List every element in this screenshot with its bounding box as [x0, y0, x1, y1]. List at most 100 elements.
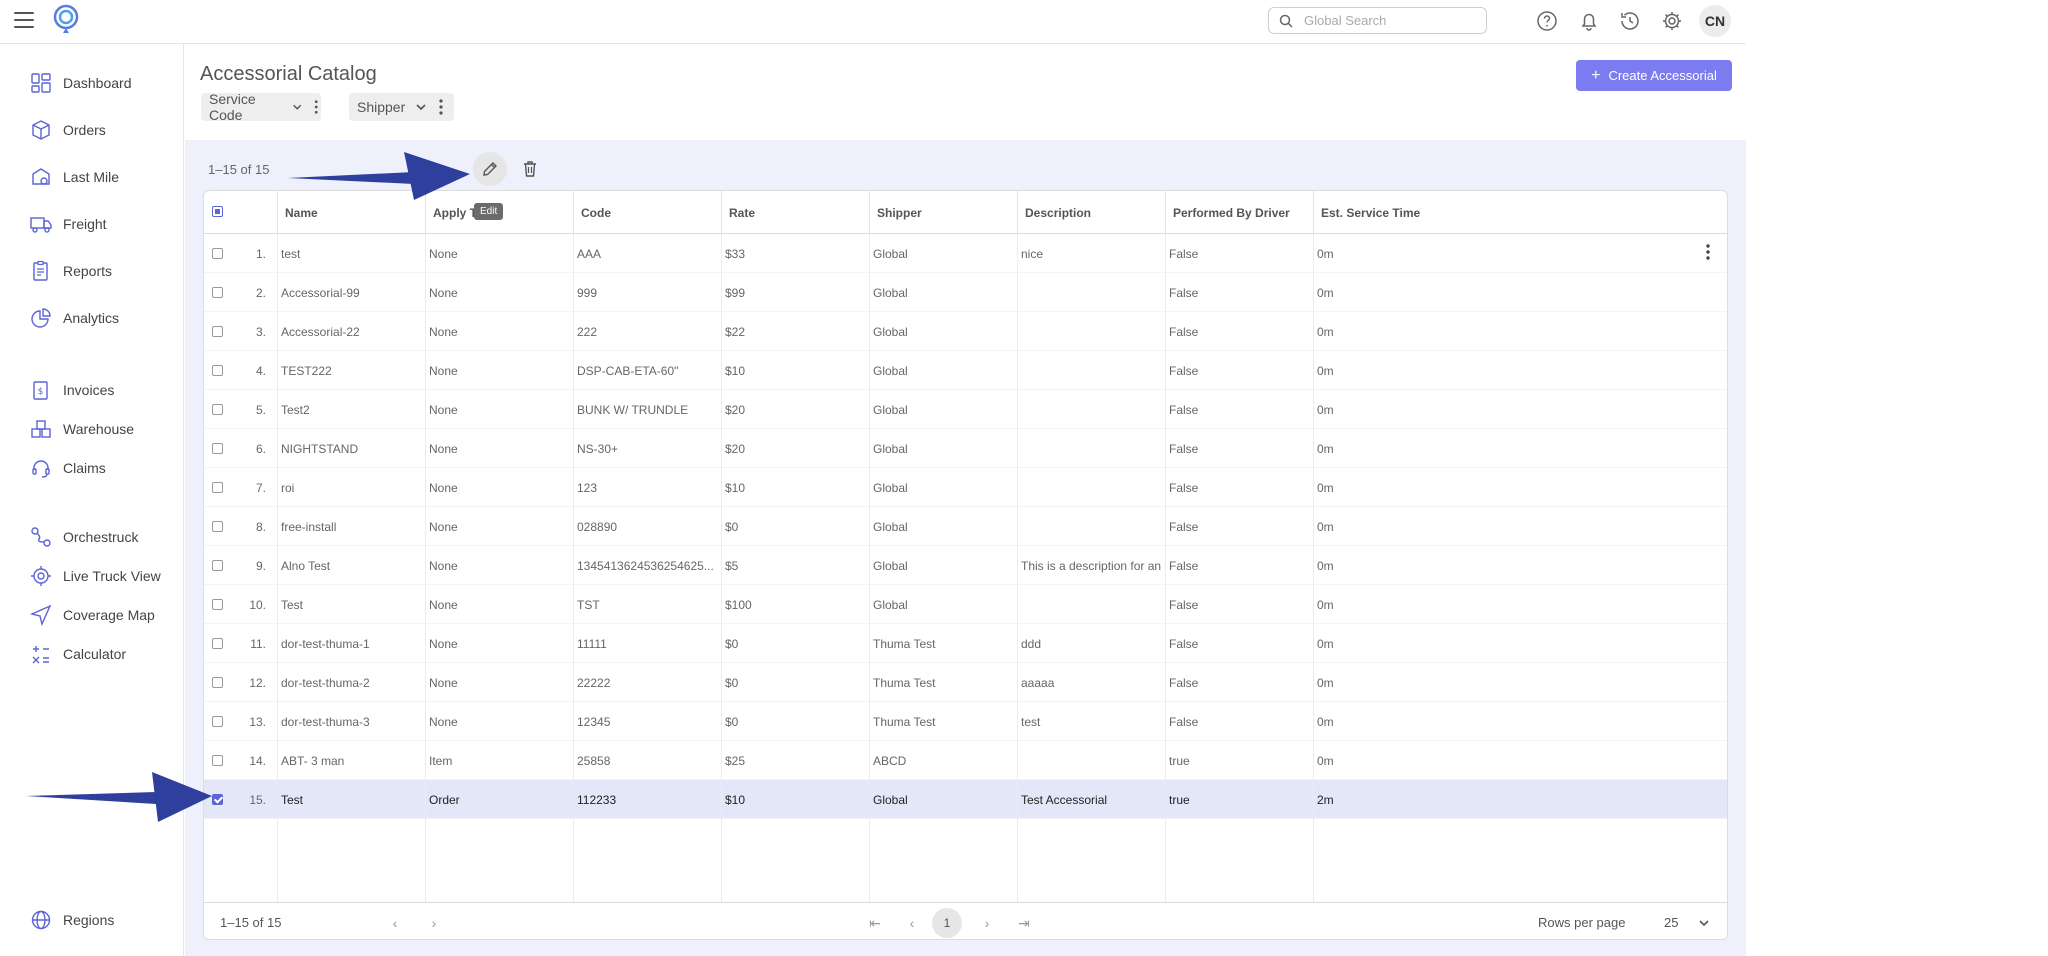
column-header-est-service-time[interactable]: Est. Service Time [1313, 191, 1493, 234]
row-checkbox[interactable] [212, 326, 223, 337]
filter-service-code[interactable]: Service Code [201, 91, 321, 123]
row-checkbox[interactable] [212, 521, 223, 532]
sidebar-item-dashboard[interactable]: Dashboard [30, 69, 180, 97]
sidebar-item-orchestruck[interactable]: Orchestruck [30, 523, 180, 551]
table-row[interactable]: 9. Alno Test None 1345413624536254625... $5 G… [204, 546, 1727, 585]
warehouse-icon [31, 420, 51, 438]
row-checkbox[interactable] [212, 248, 223, 259]
history-icon[interactable] [1618, 9, 1642, 33]
sidebar-item-coverage-map[interactable]: Coverage Map [30, 601, 180, 629]
rows-per-page-select[interactable]: 25 [1664, 915, 1678, 930]
row-index: 1. [255, 246, 266, 261]
table-row[interactable]: 1. test None AAA $33 Global nice False 0m [204, 234, 1727, 273]
table-row[interactable]: 6. NIGHTSTAND None NS-30+ $20 Global False 0m [204, 429, 1727, 468]
row-checkbox[interactable] [212, 638, 223, 649]
kebab-menu-icon[interactable] [435, 98, 447, 116]
cell-est-service-time: 0m [1317, 753, 1334, 768]
column-header-shipper[interactable]: Shipper [869, 191, 1017, 234]
last-page-icon[interactable]: ⇥ [1013, 912, 1035, 934]
column-header-description[interactable]: Description [1017, 191, 1165, 234]
row-checkbox[interactable] [212, 677, 223, 688]
cell-description: nice [1021, 246, 1044, 261]
row-index: 13. [249, 714, 266, 729]
table-row[interactable]: 13. dor-test-thuma-3 None 12345 $0 Thuma Test… [204, 702, 1727, 741]
cell-est-service-time: 0m [1317, 324, 1334, 339]
sidebar-item-analytics[interactable]: Analytics [30, 304, 180, 332]
table-row[interactable]: 2. Accessorial-99 None 999 $99 Global False 0m [204, 273, 1727, 312]
row-checkbox[interactable] [212, 404, 223, 415]
cell-performed-by-driver: False [1169, 441, 1199, 456]
row-checkbox[interactable] [212, 482, 223, 493]
edit-tooltip: Edit [474, 203, 504, 220]
hamburger-menu-icon[interactable] [14, 12, 34, 30]
help-icon[interactable] [1535, 9, 1559, 33]
row-checkbox[interactable] [212, 287, 223, 298]
sidebar-item-invoices[interactable]: $ Invoices [30, 376, 180, 404]
cell-performed-by-driver: true [1169, 792, 1190, 807]
sidebar-item-orders[interactable]: Orders [30, 116, 180, 144]
kebab-menu-icon[interactable] [311, 98, 321, 116]
table-row[interactable]: 7. roi None 123 $10 Global False 0m [204, 468, 1727, 507]
next-page-chevron-icon[interactable]: › [423, 912, 445, 934]
sidebar-item-regions[interactable]: Regions [30, 906, 180, 934]
row-checkbox[interactable] [212, 599, 223, 610]
filter-shipper[interactable]: Shipper [349, 93, 454, 121]
first-page-icon[interactable]: ⇤ [864, 912, 886, 934]
cell-code: 1345413624536254625... [577, 558, 714, 573]
cell-description: ddd [1021, 636, 1042, 651]
sidebar-item-reports[interactable]: Reports [30, 257, 180, 285]
settings-gear-icon[interactable] [1660, 9, 1684, 33]
cell-shipper: Global [873, 441, 908, 456]
row-checkbox[interactable] [212, 365, 223, 376]
sidebar-item-last-mile[interactable]: Last Mile [30, 163, 180, 191]
create-accessorial-button[interactable]: + Create Accessorial [1576, 60, 1732, 91]
row-checkbox[interactable] [212, 560, 223, 571]
table-row[interactable]: 3. Accessorial-22 None 222 $22 Global False 0m [204, 312, 1727, 351]
sidebar-item-freight[interactable]: Freight [30, 210, 180, 238]
cell-code: DSP-CAB-ETA-60" [577, 363, 679, 378]
table-row[interactable]: 14. ABT- 3 man Item 25858 $25 ABCD true 0m [204, 741, 1727, 780]
trash-icon [524, 161, 536, 177]
cell-apply-to: None [429, 597, 458, 612]
select-all-checkbox[interactable] [212, 206, 223, 217]
column-header-code[interactable]: Code [573, 191, 721, 234]
column-header-rate[interactable]: Rate [721, 191, 869, 234]
global-search[interactable] [1268, 7, 1487, 34]
table-row[interactable]: 10. Test None TST $100 Global False 0m [204, 585, 1727, 624]
table-row[interactable]: 5. Test2 None BUNK W/ TRUNDLE $20 Global False… [204, 390, 1727, 429]
sidebar-item-label: Claims [63, 460, 106, 476]
global-search-input[interactable] [1304, 11, 1479, 30]
sidebar-item-warehouse[interactable]: Warehouse [30, 415, 180, 443]
current-page-button[interactable]: 1 [932, 908, 962, 938]
user-avatar[interactable]: CN [1699, 5, 1731, 37]
bell-icon[interactable] [1577, 9, 1601, 33]
cell-apply-to: None [429, 324, 458, 339]
cell-description [1017, 273, 1163, 312]
cell-est-service-time: 0m [1317, 402, 1334, 417]
row-actions-kebab-icon[interactable] [1699, 243, 1717, 261]
sidebar-item-claims[interactable]: Claims [30, 454, 180, 482]
table-row[interactable]: 4. TEST222 None DSP-CAB-ETA-60" $10 Global Fal… [204, 351, 1727, 390]
prev-page-chevron-icon[interactable]: ‹ [384, 912, 406, 934]
table-row[interactable]: 11. dor-test-thuma-1 None 11111 $0 Thuma Test… [204, 624, 1727, 663]
table-row[interactable]: 8. free-install None 028890 $0 Global False 0m [204, 507, 1727, 546]
column-header-performed-by-driver[interactable]: Performed By Driver [1165, 191, 1313, 234]
cell-rate: $22 [725, 324, 746, 339]
sidebar-item-calculator[interactable]: Calculator [30, 640, 180, 668]
cell-description [1017, 507, 1163, 546]
row-checkbox[interactable] [212, 443, 223, 454]
chevron-down-icon[interactable] [1698, 917, 1710, 929]
table-row[interactable]: 12. dor-test-thuma-2 None 22222 $0 Thuma Test… [204, 663, 1727, 702]
delete-button[interactable] [513, 152, 547, 186]
row-checkbox[interactable] [212, 716, 223, 727]
logo-icon[interactable] [50, 3, 82, 35]
sidebar-item-label: Warehouse [63, 421, 135, 437]
cell-code: 22222 [577, 675, 611, 690]
prev-page-icon[interactable]: ‹ [901, 912, 923, 934]
row-checkbox[interactable] [212, 755, 223, 766]
next-page-icon[interactable]: › [976, 912, 998, 934]
rows-per-page-label: Rows per page [1538, 915, 1626, 930]
table-row[interactable]: 15. Test Order 112233 $10 Global Test Accessor… [204, 780, 1727, 819]
sidebar-item-live-truck-view[interactable]: Live Truck View [30, 562, 180, 590]
cell-name: dor-test-thuma-1 [281, 636, 370, 651]
